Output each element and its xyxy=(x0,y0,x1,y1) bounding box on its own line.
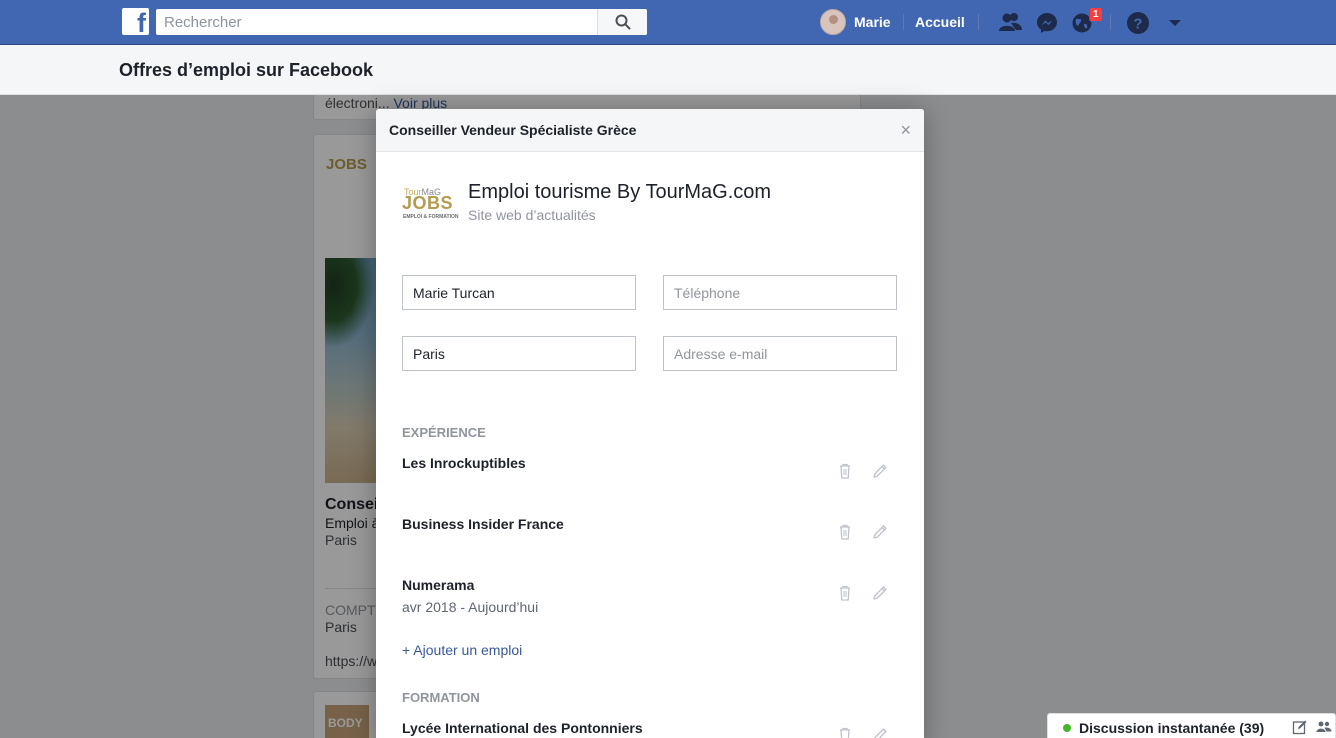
phone-input[interactable] xyxy=(664,276,896,309)
city-input[interactable] xyxy=(403,337,635,370)
facebook-logo-icon[interactable]: f xyxy=(122,8,149,35)
search-icon xyxy=(615,14,630,30)
search-input[interactable] xyxy=(156,9,598,35)
pencil-icon[interactable] xyxy=(871,726,889,738)
help-icon[interactable]: ? xyxy=(1125,10,1151,36)
search-button[interactable] xyxy=(597,9,647,35)
experience-title: Numerama xyxy=(402,577,475,593)
company-logo: TourMaG JOBS EMPLOI & FORMATION xyxy=(402,187,459,220)
nav-divider xyxy=(1110,14,1111,30)
nav-divider xyxy=(903,14,904,30)
phone-field xyxy=(663,275,897,310)
education-title: Lycée International des Pontonniers xyxy=(402,720,643,736)
nav-divider xyxy=(978,14,979,30)
chat-settings-icon[interactable] xyxy=(1316,719,1332,735)
top-navigation-bar: f Marie Accueil 1 ? xyxy=(0,0,1336,45)
caret-down-icon[interactable] xyxy=(1162,10,1188,36)
email-field xyxy=(663,336,897,371)
profile-name: Marie xyxy=(854,14,891,30)
company-name[interactable]: Emploi tourisme By TourMaG.com xyxy=(468,181,771,204)
online-status-icon xyxy=(1063,724,1071,732)
compose-icon[interactable] xyxy=(1292,719,1308,735)
name-field xyxy=(402,275,636,310)
avatar xyxy=(820,9,846,35)
friends-icon[interactable] xyxy=(997,10,1023,36)
messenger-icon[interactable] xyxy=(1034,10,1060,36)
trash-icon[interactable] xyxy=(836,462,854,480)
notifications-badge: 1 xyxy=(1089,7,1103,22)
home-link[interactable]: Accueil xyxy=(915,14,965,30)
experience-title: Business Insider France xyxy=(402,516,564,532)
company-category: Site web d’actualités xyxy=(468,207,596,223)
experience-title: Les Inrockuptibles xyxy=(402,455,526,471)
page-title: Offres d’emploi sur Facebook xyxy=(119,60,374,80)
svg-text:?: ? xyxy=(1133,16,1142,33)
add-job-link[interactable]: + Ajouter un emploi xyxy=(402,642,522,658)
close-icon[interactable]: × xyxy=(900,120,911,141)
chat-bar[interactable]: Discussion instantanée (39) xyxy=(1047,713,1336,738)
pencil-icon[interactable] xyxy=(871,523,889,541)
name-input[interactable] xyxy=(403,276,635,309)
pencil-icon[interactable] xyxy=(871,462,889,480)
apply-job-dialog: Conseiller Vendeur Spécialiste Grèce × T… xyxy=(376,109,924,738)
search-box xyxy=(156,9,647,35)
trash-icon[interactable] xyxy=(836,584,854,602)
education-heading: FORMATION xyxy=(402,690,480,705)
trash-icon[interactable] xyxy=(836,726,854,738)
trash-icon[interactable] xyxy=(836,523,854,541)
page-header: Offres d’emploi sur Facebook xyxy=(0,45,1336,95)
email-input[interactable] xyxy=(664,337,896,370)
profile-link[interactable]: Marie xyxy=(820,9,891,35)
experience-heading: EXPÉRIENCE xyxy=(402,425,486,440)
dialog-header: Conseiller Vendeur Spécialiste Grèce × xyxy=(376,109,924,152)
experience-date: avr 2018 - Aujourd’hui xyxy=(402,599,539,615)
city-field xyxy=(402,336,636,371)
pencil-icon[interactable] xyxy=(871,584,889,602)
dialog-title: Conseiller Vendeur Spécialiste Grèce xyxy=(389,122,637,138)
chat-label: Discussion instantanée (39) xyxy=(1079,720,1265,736)
